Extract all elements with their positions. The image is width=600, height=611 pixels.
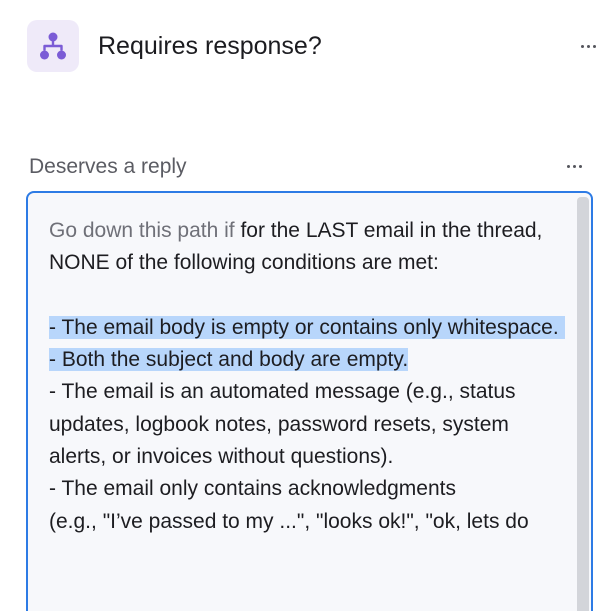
condition-line: - The email only contains acknowledgment… — [49, 477, 456, 501]
flow-node-panel: Requires response? Deserves a reply Go d… — [0, 0, 600, 611]
selected-line: - The email body is empty or contains on… — [49, 315, 565, 339]
path-more-menu-icon[interactable] — [562, 154, 586, 178]
selected-line: - Both the subject and body are empty. — [49, 348, 409, 372]
condition-line: (e.g., "I’ve passed to my ...", "looks o… — [49, 509, 529, 533]
path-label: Deserves a reply — [29, 155, 187, 178]
node-header: Requires response? — [27, 20, 600, 72]
node-title: Requires response? — [98, 32, 322, 60]
node-more-menu-icon[interactable] — [576, 34, 600, 58]
condition-prefix: Go down this path if — [49, 219, 235, 242]
condition-line: - The email is an automated message (e.g… — [49, 380, 522, 469]
editor-scrollbar[interactable] — [577, 197, 589, 611]
condition-text[interactable]: Go down this path if for the LAST email … — [49, 215, 565, 538]
branch-icon — [27, 20, 79, 72]
path-condition-editor[interactable]: Go down this path if for the LAST email … — [26, 191, 593, 611]
